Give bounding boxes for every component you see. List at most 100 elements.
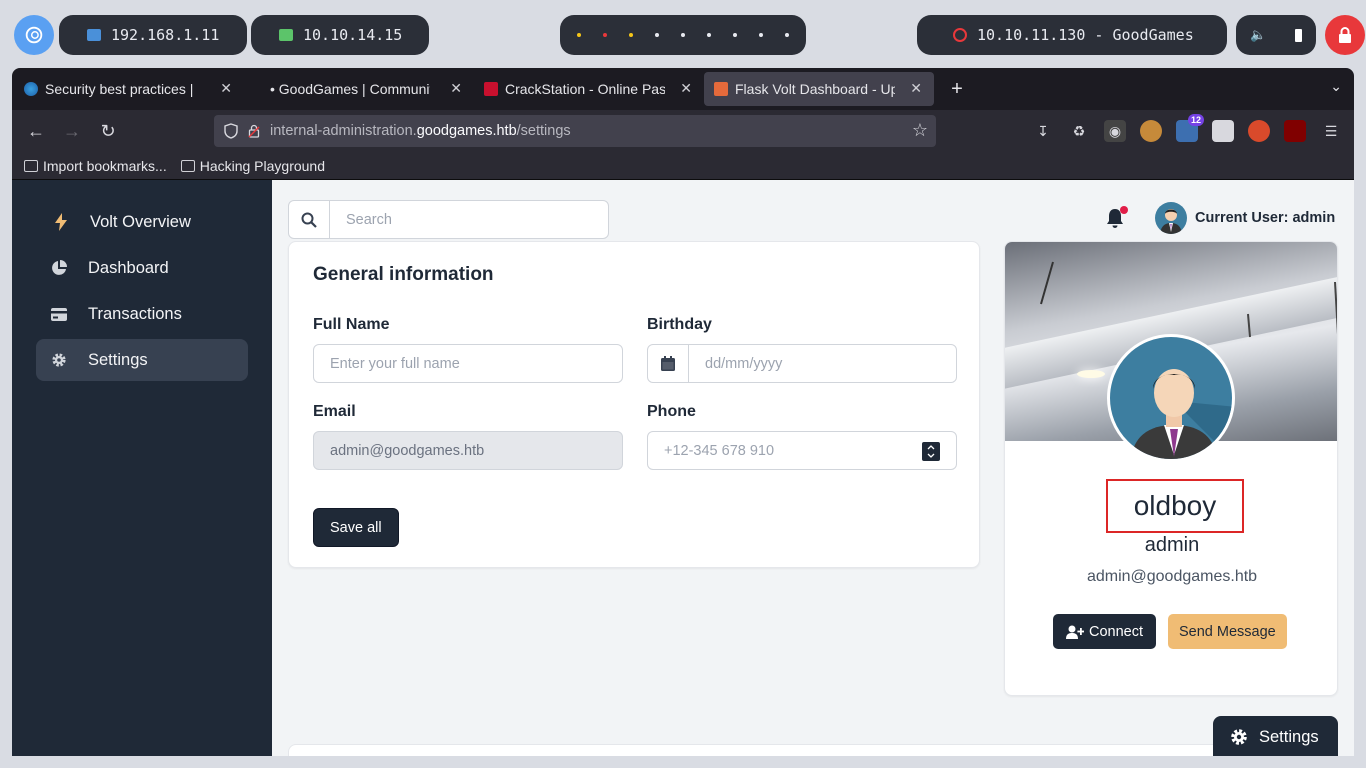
workspace-dots[interactable] (560, 15, 806, 55)
local-ip-pill[interactable]: 192.168.1.11 (59, 15, 247, 55)
chevron-down-icon[interactable]: ⌄ (1330, 78, 1342, 95)
lock-screen-icon[interactable] (1325, 15, 1365, 55)
notification-dot (1120, 206, 1128, 214)
tab-title: Security best practices | (45, 81, 194, 97)
battery-icon[interactable] (1294, 28, 1302, 42)
new-tab-button[interactable]: + (942, 78, 972, 101)
navigation-bar: ← → ↻ internal-administration. goodgames.… (12, 110, 1354, 152)
bookmark-import[interactable]: Import bookmarks... (24, 158, 167, 174)
ublock-icon[interactable] (1284, 120, 1306, 142)
target-pill[interactable]: 10.10.11.130 - GoodGames (917, 15, 1227, 55)
lock-slash-icon[interactable] (248, 124, 260, 138)
page-content: Volt Overview Dashboard Transactions Set… (12, 180, 1354, 756)
search-box[interactable] (288, 200, 609, 239)
sidebar-item-label: Dashboard (88, 258, 169, 277)
connect-button[interactable]: Connect (1053, 614, 1157, 649)
notification-bell-icon[interactable] (1106, 206, 1128, 230)
back-button[interactable]: ← (18, 121, 54, 142)
hackbar-icon[interactable] (1248, 120, 1270, 142)
current-user-label: Current User: admin (1195, 210, 1336, 226)
phone-field[interactable] (647, 431, 957, 470)
workspace-dot[interactable] (655, 33, 659, 37)
sidebar-item-volt-overview[interactable]: Volt Overview (36, 201, 248, 243)
target-text: 10.10.11.130 - GoodGames (977, 26, 1194, 44)
tab-security[interactable]: Security best practices | ✕ (14, 72, 244, 106)
workspace-dot[interactable] (681, 33, 685, 37)
edge-icon (24, 82, 38, 96)
full-name-label: Full Name (313, 316, 390, 333)
search-input[interactable] (330, 211, 600, 228)
birthday-input[interactable] (689, 355, 956, 372)
sidebar-item-label: Transactions (88, 304, 182, 323)
send-message-button[interactable]: Send Message (1168, 614, 1287, 649)
shield-icon[interactable] (224, 123, 238, 139)
connect-label: Connect (1089, 623, 1144, 640)
number-stepper[interactable] (922, 442, 940, 461)
system-top-bar: 192.168.1.11 10.10.14.15 10.10.11.130 - … (0, 0, 1366, 68)
bookmarks-bar: Import bookmarks... Hacking Playground (12, 152, 1354, 180)
url-bar[interactable]: internal-administration. goodgames.htb/se… (214, 115, 936, 147)
workspace-dot[interactable] (629, 33, 633, 37)
debian-menu-icon[interactable] (14, 15, 54, 55)
phone-input[interactable] (648, 442, 956, 459)
tab-crackstation[interactable]: CrackStation - Online Pas ✕ (474, 72, 704, 106)
sidebar-item-settings[interactable]: Settings (36, 339, 248, 381)
full-name-field[interactable] (313, 344, 623, 383)
url-domain: goodgames.htb (416, 123, 517, 139)
wappalyzer-icon[interactable] (1212, 120, 1234, 142)
settings-floating-button[interactable]: Settings (1213, 716, 1338, 756)
pie-chart-icon (50, 259, 68, 277)
workspace-dot[interactable] (603, 33, 607, 37)
url-prefix: internal-administration. (270, 123, 417, 139)
bookmark-label: Hacking Playground (199, 157, 325, 174)
search-icon[interactable] (289, 201, 330, 238)
menu-icon[interactable]: ☰ (1320, 120, 1342, 142)
import-icon (24, 159, 38, 172)
general-information-card: General information Full Name Birthday E… (288, 241, 980, 568)
download-icon[interactable]: ↧ (1032, 120, 1054, 142)
bookmark-star-icon[interactable]: ☆ (912, 120, 928, 141)
profile-email: admin@goodgames.htb (1086, 568, 1258, 585)
close-icon[interactable]: ✕ (450, 80, 462, 97)
sidebar: Volt Overview Dashboard Transactions Set… (12, 180, 272, 756)
user-plus-icon (1066, 625, 1084, 639)
sidebar-item-transactions[interactable]: Transactions (36, 293, 248, 335)
calendar-icon[interactable] (648, 345, 689, 382)
close-icon[interactable]: ✕ (220, 80, 232, 97)
workspace-dot[interactable] (785, 33, 789, 37)
extensions-icon[interactable]: ♻ (1068, 120, 1090, 142)
avatar (1155, 202, 1187, 234)
foxyproxy-icon[interactable]: ◉ (1104, 120, 1126, 142)
network-icon (87, 29, 101, 41)
tab-goodgames[interactable]: • GoodGames | Communit ✕ (244, 72, 474, 106)
close-icon[interactable]: ✕ (910, 80, 922, 97)
forward-button[interactable]: → (54, 121, 90, 142)
tray-pill[interactable]: 🔈 (1236, 15, 1316, 55)
close-icon[interactable]: ✕ (680, 80, 692, 97)
workspace-dot[interactable] (759, 33, 763, 37)
workspace-dot[interactable] (733, 33, 737, 37)
current-user-menu[interactable]: Current User: admin (1155, 202, 1335, 234)
profile-name: oldboy (1106, 479, 1244, 533)
full-name-input[interactable] (314, 355, 622, 372)
sidebar-item-dashboard[interactable]: Dashboard (36, 247, 248, 289)
python-ext-icon[interactable]: 12 (1176, 114, 1204, 142)
birthday-field[interactable] (647, 344, 957, 383)
bookmark-hacking-playground[interactable]: Hacking Playground (180, 157, 325, 174)
workspace-dot[interactable] (577, 33, 581, 37)
extensions-toolbar: ↧ ♻ ◉ 12 ☰ (1032, 114, 1342, 142)
vpn-ip-pill[interactable]: 10.10.14.15 (251, 15, 429, 55)
reload-button[interactable]: ↻ (90, 121, 126, 142)
crackstation-icon (484, 82, 498, 96)
workspace-dot[interactable] (707, 33, 711, 37)
cookie-icon[interactable] (1140, 120, 1162, 142)
profile-avatar (1107, 334, 1235, 462)
laptop-icon (279, 29, 293, 41)
browser-window: Security best practices | ✕ • GoodGames … (12, 68, 1354, 756)
mute-icon[interactable]: 🔈 (1250, 28, 1266, 43)
section-title: General information (313, 264, 494, 285)
bottom-card (288, 744, 1328, 756)
tab-flask-volt[interactable]: Flask Volt Dashboard - Up ✕ (704, 72, 934, 106)
save-all-button[interactable]: Save all (313, 508, 399, 547)
flask-icon (714, 82, 728, 96)
